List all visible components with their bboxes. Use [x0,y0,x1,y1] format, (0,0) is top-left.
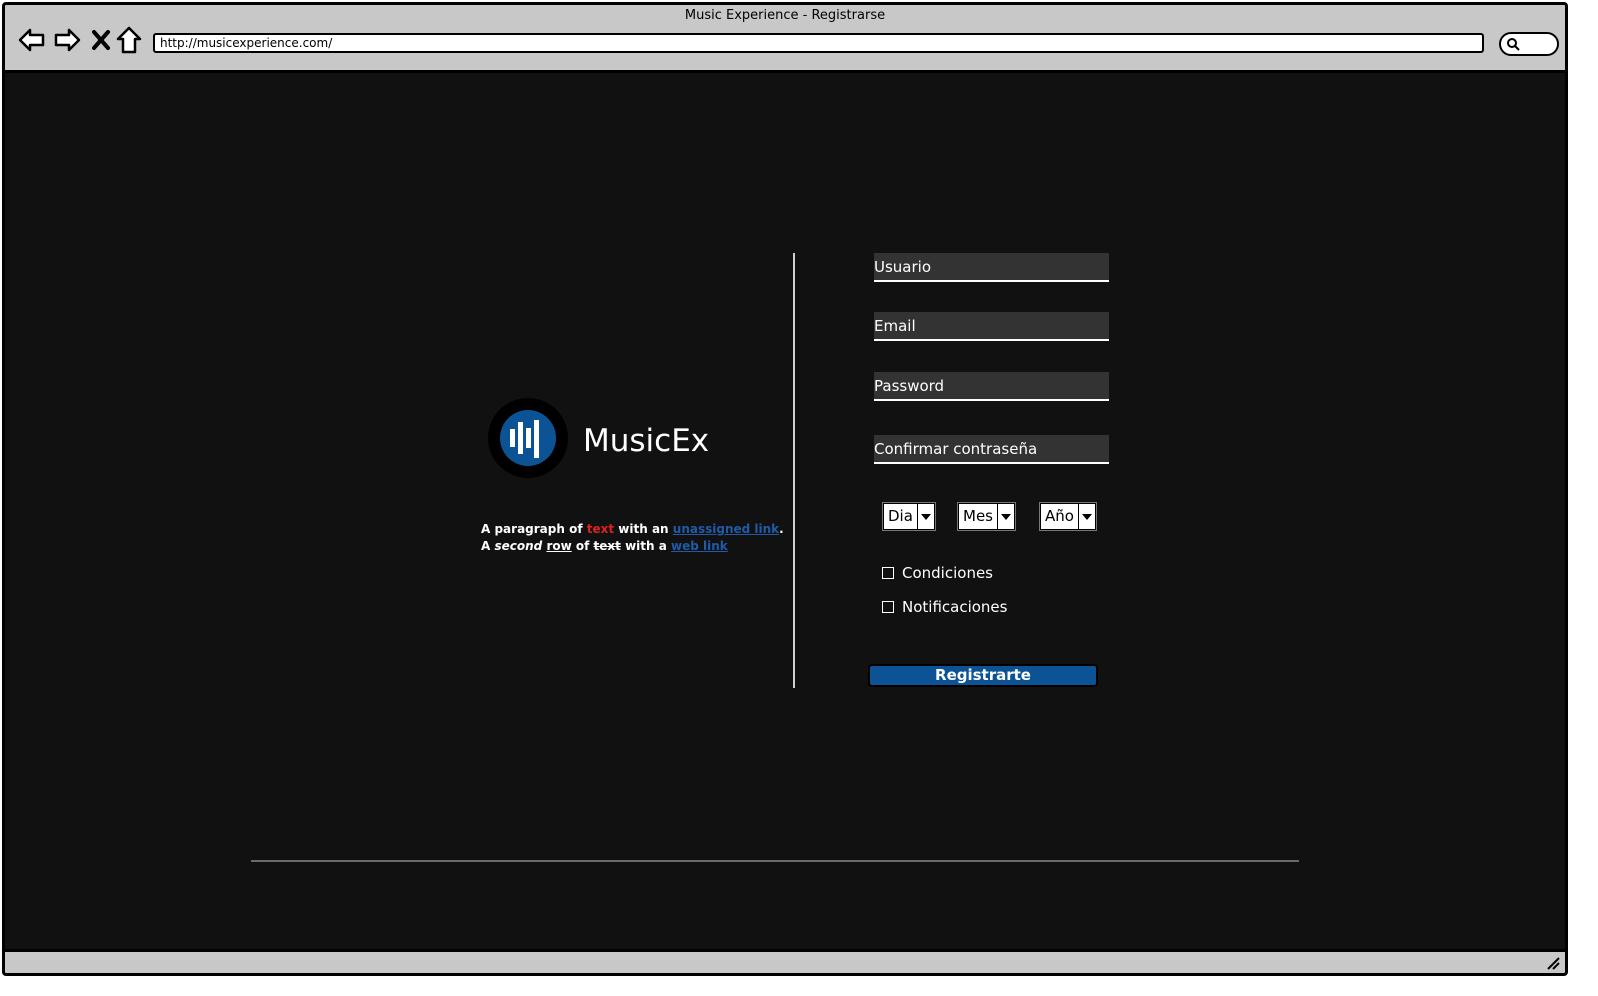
notifications-checkbox[interactable] [882,601,894,613]
back-icon[interactable] [17,25,47,55]
chevron-down-icon [917,504,934,529]
window-title: Music Experience - Registrarse [684,8,886,23]
year-select[interactable]: Año [1039,502,1097,531]
paragraph-line-1: A paragraph of text with an unassigned l… [481,521,784,538]
text-segment: A paragraph of [481,522,583,536]
strikethrough-text: text [593,539,621,553]
browser-window: Music Experience - Registrarse http://mu… [2,2,1568,976]
chevron-down-icon [998,504,1014,529]
terms-label: Condiciones [902,564,993,582]
browser-toolbar: Music Experience - Registrarse http://mu… [5,5,1565,73]
paragraph-line-2: A second row of text with a web link [481,538,784,555]
email-field[interactable] [874,312,1109,341]
register-button[interactable]: Registrarte [868,664,1098,687]
text-segment: A [481,539,491,553]
web-link[interactable]: web link [671,539,728,553]
home-icon[interactable] [116,25,142,55]
forward-icon[interactable] [52,25,82,55]
underlined-text: row [546,539,572,553]
search-box[interactable] [1499,32,1559,56]
chevron-down-icon [1078,504,1095,529]
unassigned-link[interactable]: unassigned link [673,522,779,536]
notifications-checkbox-row[interactable]: Notificaciones [882,598,1007,616]
stop-icon[interactable] [89,25,113,55]
text-segment: . [779,522,784,536]
resize-grip-icon[interactable] [1545,955,1561,971]
text-segment: with an [618,522,669,536]
confirm-password-field[interactable] [874,435,1109,464]
description-paragraph: A paragraph of text with an unassigned l… [481,521,784,555]
terms-checkbox[interactable] [882,567,894,579]
terms-checkbox-row[interactable]: Condiciones [882,564,993,582]
vertical-divider [793,253,795,688]
notifications-label: Notificaciones [902,598,1008,616]
text-segment: of [575,539,590,553]
day-select-value: Dia [884,504,917,529]
text-segment: with a [625,539,667,553]
password-field[interactable] [874,372,1109,401]
brand-name: MusicEx [583,423,710,459]
horizontal-divider [251,860,1299,862]
url-bar[interactable]: http://musicexperience.com/ [153,33,1484,53]
year-select-value: Año [1041,504,1078,529]
username-field[interactable] [874,253,1109,282]
red-text: text [586,522,615,536]
month-select[interactable]: Mes [957,502,1016,531]
italic-text: second [494,539,543,553]
search-icon [1507,38,1520,51]
day-select[interactable]: Dia [882,502,936,531]
month-select-value: Mes [959,504,997,529]
status-bar [5,949,1565,973]
musicex-logo-icon [488,398,568,478]
